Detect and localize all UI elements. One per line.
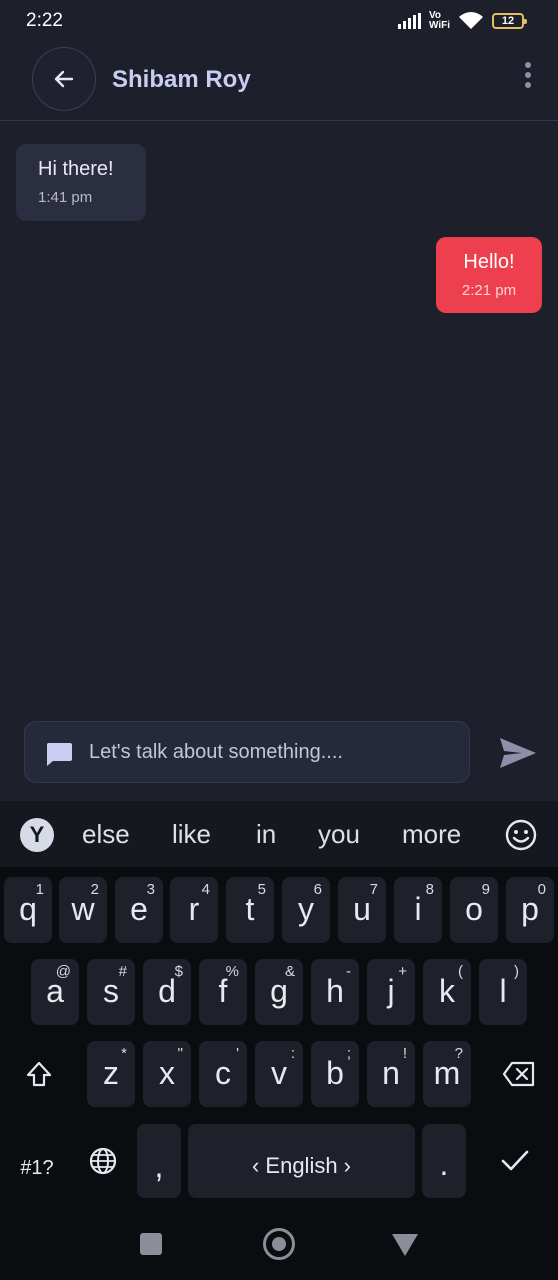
signal-icon xyxy=(397,13,421,29)
key-s[interactable]: # s xyxy=(87,959,135,1025)
globe-icon xyxy=(89,1147,117,1175)
suggestion-item[interactable]: you xyxy=(318,819,360,850)
status-bar: 2:22 Vo WiFi 12 xyxy=(0,0,558,44)
key-n[interactable]: ! n xyxy=(367,1041,415,1107)
period-key[interactable]: . xyxy=(422,1124,466,1198)
recents-icon[interactable] xyxy=(140,1233,162,1255)
backspace-icon xyxy=(502,1061,535,1087)
vowifi-label-bottom: WiFi xyxy=(428,20,450,31)
status-icons: Vo WiFi 12 xyxy=(397,10,527,32)
message-composer xyxy=(24,721,470,783)
key-y[interactable]: 6y xyxy=(282,877,330,943)
suggestion-item[interactable]: more xyxy=(402,819,461,850)
key-z[interactable]: * z xyxy=(87,1041,135,1107)
shift-key[interactable] xyxy=(4,1041,74,1107)
home-icon[interactable] xyxy=(263,1228,295,1260)
key-p[interactable]: 0p xyxy=(506,877,554,943)
more-options-button[interactable] xyxy=(518,58,538,92)
keyboard-logo-icon[interactable]: Y xyxy=(20,818,54,852)
key-b[interactable]: ; b xyxy=(311,1041,359,1107)
key-x[interactable]: " x xyxy=(143,1041,191,1107)
message-text: Hello! xyxy=(463,251,515,273)
app-bar: Shibam Roy xyxy=(0,44,558,121)
chat-bubble-icon xyxy=(46,743,72,766)
message-input[interactable] xyxy=(89,722,459,782)
key-w[interactable]: 2w xyxy=(59,877,107,943)
vowifi-icon: Vo WiFi xyxy=(429,11,450,31)
message-text: Hi there! xyxy=(38,158,114,180)
key-c[interactable]: ' c xyxy=(199,1041,247,1107)
suggestion-bar: Y else like in you more xyxy=(0,801,558,867)
shift-icon xyxy=(26,1061,52,1087)
backspace-key[interactable] xyxy=(484,1041,554,1107)
send-button[interactable] xyxy=(498,736,538,770)
arrow-left-icon xyxy=(54,70,74,88)
message-bubble-outgoing[interactable]: Hello! 2:21 pm xyxy=(436,237,542,313)
message-time: 1:41 pm xyxy=(38,189,93,206)
soft-keyboard: Y else like in you more 1q 2w 3e 4r 5t 6… xyxy=(0,801,558,1200)
back-button[interactable] xyxy=(32,47,96,111)
key-a[interactable]: @ a xyxy=(31,959,79,1025)
comma-key[interactable]: , xyxy=(137,1124,181,1198)
key-u[interactable]: 7u xyxy=(338,877,386,943)
more-vert-icon xyxy=(525,62,531,68)
key-m[interactable]: ? m xyxy=(423,1041,471,1107)
message-bubble-incoming[interactable]: Hi there! 1:41 pm xyxy=(16,144,146,221)
suggestion-item[interactable]: else xyxy=(82,819,130,850)
key-j[interactable]: + j xyxy=(367,959,415,1025)
wifi-icon xyxy=(458,11,484,31)
emoji-icon[interactable] xyxy=(504,818,538,852)
space-key[interactable]: ‹ English › xyxy=(188,1124,415,1198)
message-time: 2:21 pm xyxy=(461,282,517,299)
back-triangle-icon[interactable] xyxy=(392,1234,418,1256)
key-v[interactable]: :v xyxy=(255,1041,303,1107)
key-l[interactable]: ) l xyxy=(479,959,527,1025)
symbols-key[interactable]: #1? xyxy=(4,1124,70,1198)
checkmark-icon xyxy=(501,1150,529,1171)
suggestion-item[interactable]: like xyxy=(172,819,211,850)
key-k[interactable]: (k xyxy=(423,959,471,1025)
key-o[interactable]: 9o xyxy=(450,877,498,943)
key-r[interactable]: 4r xyxy=(170,877,218,943)
key-g[interactable]: & g xyxy=(255,959,303,1025)
suggestion-item[interactable]: in xyxy=(256,819,276,850)
send-icon xyxy=(500,738,536,768)
key-e[interactable]: 3e xyxy=(115,877,163,943)
chat-title: Shibam Roy xyxy=(112,66,251,93)
battery-icon: 12 xyxy=(492,13,527,29)
key-f[interactable]: % f xyxy=(199,959,247,1025)
key-i[interactable]: 8i xyxy=(394,877,442,943)
key-t[interactable]: 5t xyxy=(226,877,274,943)
done-key[interactable] xyxy=(480,1124,550,1198)
key-d[interactable]: $ d xyxy=(143,959,191,1025)
status-time: 2:22 xyxy=(26,10,63,31)
key-q[interactable]: 1q xyxy=(4,877,52,943)
system-nav-bar xyxy=(0,1200,558,1280)
language-key[interactable] xyxy=(74,1124,132,1198)
key-h[interactable]: -h xyxy=(311,959,359,1025)
